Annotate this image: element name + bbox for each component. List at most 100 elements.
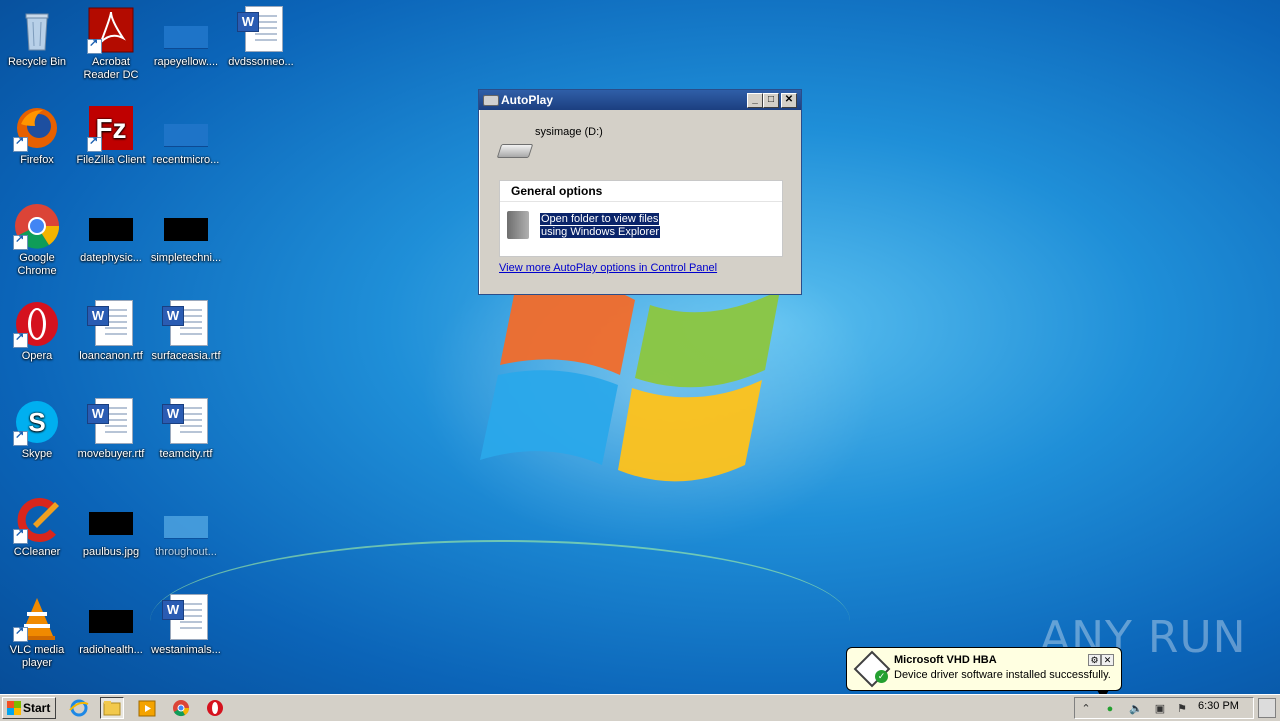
desktop-icon-movebuyer[interactable]: W movebuyer.rtf xyxy=(74,398,148,461)
desktop-icon-radiohealth[interactable]: radiohealth... xyxy=(74,594,148,657)
desktop-icon-surfaceasia[interactable]: W surfaceasia.rtf xyxy=(149,300,223,363)
taskbar-opera-icon[interactable] xyxy=(204,698,226,718)
close-button[interactable]: ✕ xyxy=(781,93,797,108)
section-title: General options xyxy=(500,181,782,202)
option-line1: Open folder to view files xyxy=(540,213,660,225)
taskbar-explorer-icon[interactable] xyxy=(100,697,124,719)
clock[interactable]: 6:30 PM xyxy=(1198,700,1239,712)
desktop-icon-teamcity[interactable]: W teamcity.rtf xyxy=(149,398,223,461)
check-icon: ✓ xyxy=(875,670,888,683)
desktop-icon-opera[interactable]: Opera xyxy=(0,300,74,363)
desktop-icon-label: throughout... xyxy=(155,546,217,558)
shortcut-arrow-icon xyxy=(87,37,102,54)
file-thumbnail-icon xyxy=(164,124,208,147)
file-thumbnail-icon xyxy=(164,26,208,49)
desktop-icon-ccleaner[interactable]: CCleaner xyxy=(0,496,74,559)
desktop-icon-label: Firefox xyxy=(20,154,54,166)
close-notification-button[interactable]: ✕ xyxy=(1101,654,1114,666)
desktop-icon-label: CCleaner xyxy=(13,546,61,558)
desktop-icon-label: paulbus.jpg xyxy=(82,546,140,558)
settings-icon[interactable]: ⚙ xyxy=(1088,654,1101,666)
desktop-icon-label: rapeyellow.... xyxy=(153,56,219,68)
option-line2: using Windows Explorer xyxy=(540,226,660,238)
window-title: AutoPlay xyxy=(501,93,554,107)
desktop-icon-vlc[interactable]: VLC media player xyxy=(0,594,74,670)
taskbar-ie-icon[interactable] xyxy=(68,698,90,718)
desktop-icon-label: dvdssomeo... xyxy=(228,56,294,68)
start-label: Start xyxy=(23,701,51,715)
image-file-icon xyxy=(89,512,133,535)
wallpaper-swoosh xyxy=(150,540,850,702)
open-folder-option[interactable]: Open folder to view files using Windows … xyxy=(504,209,774,243)
taskbar-chrome-icon[interactable] xyxy=(170,698,192,718)
desktop-icon-label: movebuyer.rtf xyxy=(77,448,145,460)
file-thumbnail-icon xyxy=(89,218,133,241)
more-autoplay-options-link[interactable]: View more AutoPlay options in Control Pa… xyxy=(499,262,717,274)
autoplay-titlebar[interactable]: AutoPlay _ □ ✕ xyxy=(479,90,801,110)
device-ok-tray-icon[interactable]: ● xyxy=(1103,703,1117,715)
autoplay-window: AutoPlay _ □ ✕ sysimage (D:) General opt… xyxy=(478,89,802,295)
desktop-icon-rapeyellow[interactable]: rapeyellow.... xyxy=(149,6,223,69)
desktop-icon-westanimals[interactable]: W westanimals... xyxy=(149,594,223,657)
desktop-icon-label: datephysic... xyxy=(80,252,142,264)
shortcut-arrow-icon xyxy=(13,429,28,446)
notification-balloon[interactable]: ✓ Microsoft VHD HBA Device driver softwa… xyxy=(846,647,1122,700)
desktop-icon-firefox[interactable]: Firefox xyxy=(0,104,74,167)
action-center-flag-icon[interactable]: ⚑ xyxy=(1175,703,1189,715)
desktop-icon-label: teamcity.rtf xyxy=(159,448,213,460)
notification-body: Device driver software installed success… xyxy=(894,669,1111,681)
minimize-button[interactable]: _ xyxy=(747,93,763,108)
desktop-icon-simpletechni[interactable]: simpletechni... xyxy=(149,202,223,265)
shortcut-arrow-icon xyxy=(13,233,28,250)
desktop-icon-throughout[interactable]: throughout... xyxy=(149,496,223,559)
desktop-icon-label: VLC media player xyxy=(9,644,65,669)
desktop-icon-google-chrome[interactable]: Google Chrome xyxy=(0,202,74,278)
desktop-icon-label: loancanon.rtf xyxy=(79,350,143,362)
desktop-icon-label: Skype xyxy=(21,448,53,460)
show-hidden-icons-icon[interactable]: ⌃ xyxy=(1079,703,1093,715)
desktop-icon-label: simpletechni... xyxy=(150,252,222,264)
maximize-button[interactable]: □ xyxy=(763,93,779,108)
shortcut-arrow-icon xyxy=(87,135,102,152)
drive-icon xyxy=(483,95,499,106)
desktop-icon-label: surfaceasia.rtf xyxy=(151,350,221,362)
svg-text:S: S xyxy=(28,407,45,437)
taskbar-media-player-icon[interactable] xyxy=(136,698,158,718)
windows-logo-wallpaper xyxy=(480,282,780,482)
desktop-icon-label: radiohealth... xyxy=(79,644,143,656)
windows-flag-icon xyxy=(7,701,21,715)
desktop-icon-label: Acrobat Reader DC xyxy=(83,56,139,81)
volume-icon[interactable]: 🔈 xyxy=(1129,703,1143,715)
file-thumbnail-icon xyxy=(164,218,208,241)
desktop-icon-recycle-bin[interactable]: Recycle Bin xyxy=(0,6,74,69)
desktop-icon-paulbus[interactable]: paulbus.jpg xyxy=(74,496,148,559)
recycle-bin-icon xyxy=(25,13,49,51)
show-desktop-button[interactable] xyxy=(1258,698,1276,718)
desktop-icon-acrobat-reader[interactable]: Acrobat Reader DC xyxy=(74,6,148,82)
network-icon[interactable]: ▣ xyxy=(1153,703,1167,715)
taskbar: Start ⌃ ● 🔈 ▣ ⚑ 6:30 PM xyxy=(0,694,1280,721)
drive-icon xyxy=(496,144,534,158)
desktop-icon-filezilla[interactable]: Fz FileZilla Client xyxy=(74,104,148,167)
file-thumbnail-icon xyxy=(89,610,133,633)
desktop-icon-label: FileZilla Client xyxy=(76,154,146,166)
desktop-icon-datephysic[interactable]: datephysic... xyxy=(74,202,148,265)
shortcut-arrow-icon xyxy=(13,527,28,544)
desktop-icon-skype[interactable]: S Skype xyxy=(0,398,74,461)
general-options-panel: General options Open folder to view file… xyxy=(499,180,783,257)
shortcut-arrow-icon xyxy=(13,135,28,152)
desktop-icon-recentmicro[interactable]: recentmicro... xyxy=(149,104,223,167)
drive-label: sysimage (D:) xyxy=(535,126,603,138)
desktop-icon-label: Opera xyxy=(21,350,53,362)
desktop-icon-dvdssomeo[interactable]: W dvdssomeo... xyxy=(224,6,298,69)
start-button[interactable]: Start xyxy=(2,697,56,719)
folder-icon xyxy=(507,211,529,239)
file-thumbnail-icon xyxy=(164,516,208,539)
desktop-icon-label: Recycle Bin xyxy=(7,56,67,68)
desktop-icon-loancanon[interactable]: W loancanon.rtf xyxy=(74,300,148,363)
desktop-icon-label: recentmicro... xyxy=(152,154,220,166)
shortcut-arrow-icon xyxy=(13,331,28,348)
shortcut-arrow-icon xyxy=(13,625,28,642)
notification-title: Microsoft VHD HBA xyxy=(894,654,997,666)
desktop-icon-label: westanimals... xyxy=(151,644,221,656)
